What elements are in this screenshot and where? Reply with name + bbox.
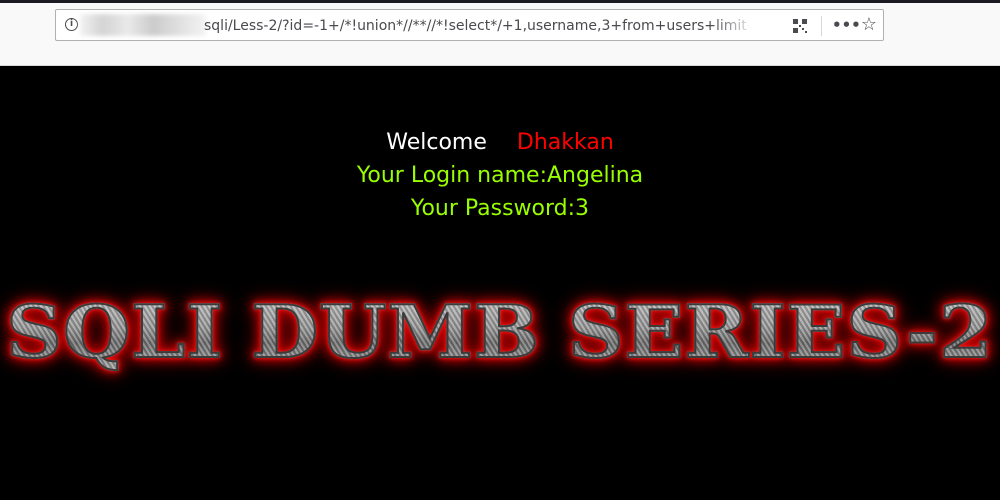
qr-code-icon[interactable]	[793, 19, 807, 33]
login-name-result: Your Login name:Angelina	[356, 163, 644, 188]
info-icon[interactable]: i	[65, 18, 78, 31]
password-result: Your Password:3	[410, 196, 590, 221]
page-content: Welcome Dhakkan Your Login name:Angelina …	[0, 67, 1000, 500]
bookmark-star-icon[interactable]: ☆	[860, 15, 878, 35]
welcome-line: Welcome Dhakkan	[0, 128, 1000, 158]
url-fade	[711, 14, 756, 38]
address-bar[interactable]: i sqli/Less-2/?id=-1+/*!union*//**//*!se…	[55, 9, 884, 41]
more-actions-icon[interactable]: •••	[832, 16, 861, 34]
browser-toolbar: i sqli/Less-2/?id=-1+/*!union*//**//*!se…	[0, 0, 1000, 66]
welcome-user-name: Dhakkan	[516, 130, 614, 155]
welcome-label: Welcome	[386, 130, 487, 155]
series-banner-title: SQLI DUMB SERIES-2	[0, 287, 1000, 377]
redacted-url-host	[80, 14, 206, 36]
address-bar-divider	[821, 16, 822, 36]
url-text[interactable]: sqli/Less-2/?id=-1+/*!union*//**//*!sele…	[204, 17, 749, 35]
